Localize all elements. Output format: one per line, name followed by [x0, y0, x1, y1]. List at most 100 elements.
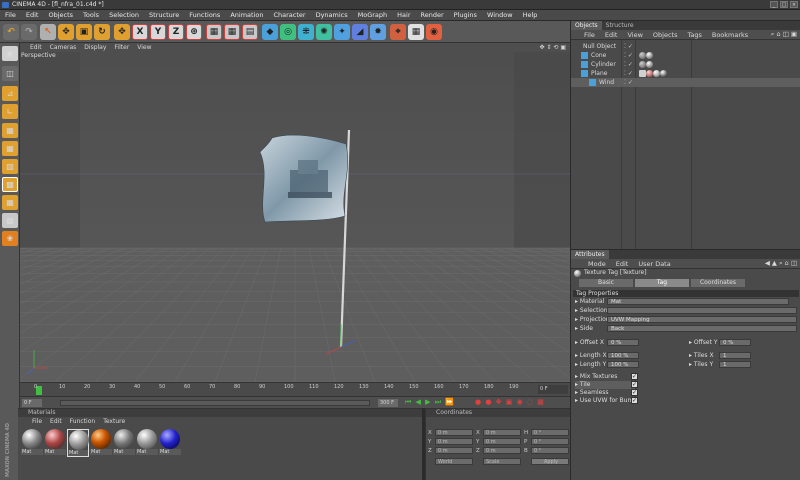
render-view-icon[interactable]: ▦: [206, 24, 222, 40]
menu-edit[interactable]: Edit: [21, 11, 44, 19]
render-picture-viewer-icon[interactable]: ▦: [224, 24, 240, 40]
timeline-end-frame[interactable]: 0 F: [538, 385, 568, 394]
rotate-icon[interactable]: ↻: [94, 24, 110, 40]
object-row-plane[interactable]: Plane ⁚ ✓: [571, 69, 800, 78]
materials-menu-texture[interactable]: Texture: [99, 418, 129, 425]
snap-icon[interactable]: ▩: [2, 213, 18, 228]
size-mode-select[interactable]: Scale: [483, 458, 521, 465]
perspective-viewport[interactable]: Perspective: [20, 52, 570, 382]
attributes-nav-icons[interactable]: ◀ ▲ ⌕ ⌂ ◫: [760, 259, 800, 268]
last-tool-icon[interactable]: ✥: [114, 24, 130, 40]
use-object-icon[interactable]: ◫: [2, 66, 18, 81]
menu-window[interactable]: Window: [482, 11, 518, 19]
projection-select[interactable]: UVW Mapping: [607, 316, 797, 323]
visibility-dots[interactable]: ⁚ ✓: [624, 60, 633, 69]
close-button[interactable]: ×: [790, 1, 798, 8]
material-item[interactable]: Mat: [113, 429, 135, 457]
end-frame-field[interactable]: 300 F: [378, 399, 398, 407]
cloth-tag-icon[interactable]: [660, 70, 667, 77]
menu-selection[interactable]: Selection: [104, 11, 144, 19]
move-icon[interactable]: ✥: [58, 24, 74, 40]
x-axis-lock-icon[interactable]: X: [132, 24, 148, 40]
live-select-icon[interactable]: ↖: [40, 24, 56, 40]
menu-character[interactable]: Character: [268, 11, 310, 19]
use-object-axis-icon[interactable]: ⊿: [2, 86, 18, 101]
length-y-field[interactable]: 100 %: [607, 361, 639, 368]
attr-tab-basic[interactable]: Basic: [579, 279, 633, 287]
length-x-field[interactable]: 100 %: [607, 352, 639, 359]
object-row-wind[interactable]: Wind ⁚ ✓: [571, 78, 800, 87]
layout-icon[interactable]: ▦: [408, 24, 424, 40]
menu-plugins[interactable]: Plugins: [449, 11, 482, 19]
material-link-field[interactable]: Mat: [607, 298, 789, 305]
material-item[interactable]: Mat: [21, 429, 43, 457]
attr-tab-tag[interactable]: Tag: [635, 279, 689, 287]
menu-functions[interactable]: Functions: [184, 11, 225, 19]
viewport-menu-view[interactable]: View: [133, 44, 155, 51]
minimize-button[interactable]: _: [770, 1, 778, 8]
material-item[interactable]: Mat: [44, 429, 66, 457]
use-uvw-checkbox[interactable]: ✓: [631, 397, 638, 404]
texture-tag-icon[interactable]: [646, 52, 653, 59]
tab-attributes[interactable]: Attributes: [571, 250, 609, 259]
use-points-icon[interactable]: ∟: [2, 104, 18, 119]
menu-render[interactable]: Render: [416, 11, 449, 19]
tiles-x-field[interactable]: 1: [719, 352, 751, 359]
visibility-dots[interactable]: ⁚ ✓: [624, 42, 633, 51]
menu-animation[interactable]: Animation: [225, 11, 268, 19]
material-item-selected[interactable]: Mat: [67, 429, 89, 457]
use-edges-icon[interactable]: ▦: [2, 123, 18, 138]
texture-tag-icon[interactable]: [646, 70, 653, 77]
cube-icon[interactable]: ◆: [262, 24, 278, 40]
y-axis-lock-icon[interactable]: Y: [150, 24, 166, 40]
viewport-menu-cameras[interactable]: Cameras: [46, 44, 81, 51]
coordinate-system-icon[interactable]: ⊕: [186, 24, 202, 40]
texture-tag-icon[interactable]: [653, 70, 660, 77]
attributes-menu-mode[interactable]: Mode: [583, 260, 611, 268]
position-y-field[interactable]: 0 m: [435, 438, 473, 445]
position-z-field[interactable]: 0 m: [435, 447, 473, 454]
viewport-menu-filter[interactable]: Filter: [110, 44, 133, 51]
sculpt-icon[interactable]: ❀: [2, 231, 18, 246]
menu-tools[interactable]: Tools: [78, 11, 104, 19]
seamless-checkbox[interactable]: ✓: [631, 389, 638, 396]
texture-tag-icon[interactable]: [639, 61, 646, 68]
use-model-icon[interactable]: ▣: [2, 46, 18, 61]
tab-structure[interactable]: Structure: [602, 21, 638, 30]
texture-tag-icon[interactable]: [646, 61, 653, 68]
menu-objects[interactable]: Objects: [43, 11, 78, 19]
record-controls[interactable]: ● ● ✥ ▣ ◉ ◌ ▦: [475, 398, 545, 406]
object-row-null[interactable]: Null Object ⁚ ✓: [571, 42, 800, 51]
objects-menu-tags[interactable]: Tags: [682, 31, 706, 39]
menu-structure[interactable]: Structure: [144, 11, 184, 19]
material-item[interactable]: Mat: [136, 429, 158, 457]
texture-axis-icon[interactable]: ▩: [2, 177, 18, 192]
mograph-icon[interactable]: ⌖: [390, 24, 406, 40]
redo-icon[interactable]: ↷: [21, 24, 37, 40]
uvw-tag-icon[interactable]: [639, 70, 646, 77]
scene-icon[interactable]: ✦: [334, 24, 350, 40]
coord-mode-select[interactable]: World: [435, 458, 473, 465]
start-frame-field[interactable]: 0 F: [22, 399, 42, 407]
viewport-nav-icons[interactable]: ✥ ⇕ ⟲ ▣: [536, 44, 570, 51]
size-y-field[interactable]: 0 m: [483, 438, 521, 445]
size-x-field[interactable]: 0 m: [483, 429, 521, 436]
use-texture-icon[interactable]: ▧: [2, 159, 18, 174]
time-slider[interactable]: [60, 400, 370, 406]
light-icon[interactable]: ✸: [370, 24, 386, 40]
playback-controls[interactable]: ⏮ ◀ ▶ ⏭ ⏩: [405, 398, 455, 407]
visibility-dots[interactable]: ⁚ ✓: [624, 69, 633, 78]
offset-x-field[interactable]: 0 %: [607, 339, 639, 346]
rotation-h-field[interactable]: 0 °: [531, 429, 569, 436]
materials-menu-edit[interactable]: Edit: [46, 418, 66, 425]
material-item[interactable]: Mat: [90, 429, 112, 457]
objects-menu-objects[interactable]: Objects: [648, 31, 683, 39]
attributes-menu-edit[interactable]: Edit: [611, 260, 634, 268]
camera-icon[interactable]: ◢: [352, 24, 368, 40]
array-icon[interactable]: ⁜: [298, 24, 314, 40]
menu-dynamics[interactable]: Dynamics: [311, 11, 353, 19]
use-polygons-icon[interactable]: ▦: [2, 141, 18, 156]
attr-tab-coordinates[interactable]: Coordinates: [691, 279, 745, 287]
objects-search-icon[interactable]: ⌕ ⌂ ◫ ▣: [766, 30, 800, 39]
objects-menu-view[interactable]: View: [622, 31, 647, 39]
